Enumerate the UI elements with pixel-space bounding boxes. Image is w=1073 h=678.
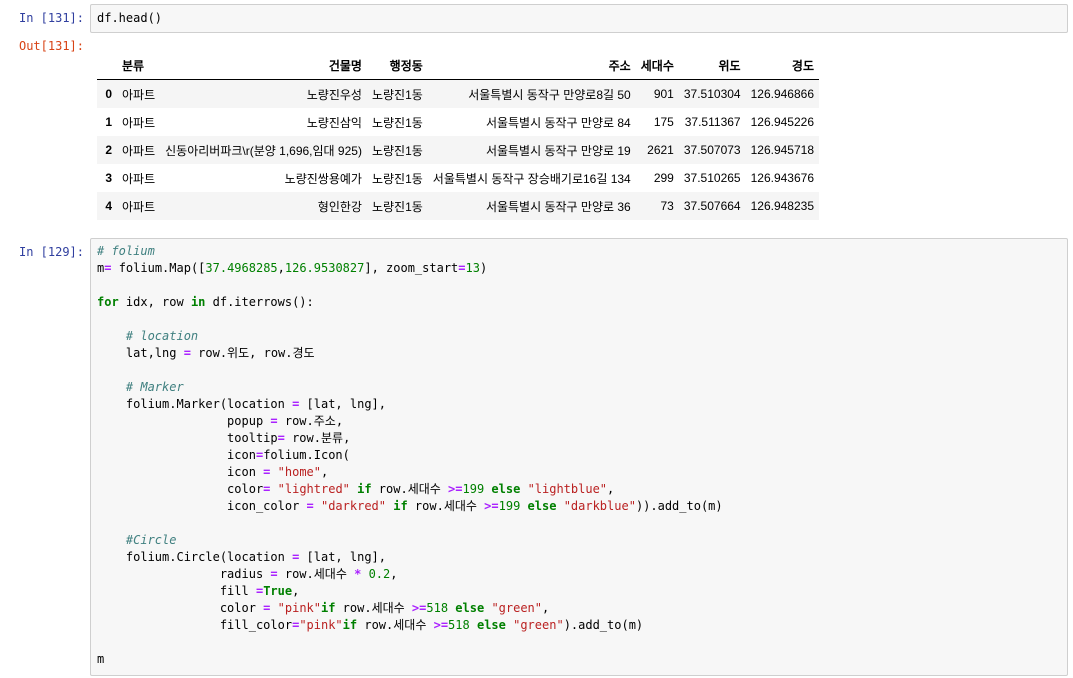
cell-name: 노량진삼익 — [306, 115, 362, 130]
cell-dong: 노량진1동 — [371, 87, 423, 102]
input-prompt: In [129]: — [18, 245, 84, 259]
cell-name: 신동아리버파크\r(분양 1,696,임대 925) — [165, 143, 362, 158]
cell-units: 901 — [653, 87, 674, 101]
code-input[interactable]: # folium m= folium.Map([37.4968285,126.9… — [90, 238, 1068, 676]
row-index: 3 — [105, 171, 112, 185]
cell-lng: 126.946866 — [750, 87, 814, 101]
table-row: 4 아파트 형인한강 노량진1동 서울특별시 동작구 만양로 36 73 37.… — [97, 192, 819, 220]
cell-addr: 서울특별시 동작구 만양로 19 — [485, 143, 631, 158]
cell-dong: 노량진1동 — [371, 143, 423, 158]
cell-type: 아파트 — [122, 87, 156, 102]
code-input[interactable]: df.head() — [90, 4, 1068, 33]
table-row: 1 아파트 노량진삼익 노량진1동 서울특별시 동작구 만양로 84 175 3… — [97, 108, 819, 136]
cell-units: 2621 — [647, 143, 674, 157]
header-units: 세대수 — [635, 51, 679, 80]
cell-lng: 126.948235 — [750, 199, 814, 213]
input-prompt: In [131]: — [18, 11, 84, 25]
row-index: 0 — [105, 87, 112, 101]
cell-addr: 서울특별시 동작구 만양로 84 — [485, 115, 631, 130]
cell-dong: 노량진1동 — [371, 115, 423, 130]
code-text: # folium m= folium.Map([37.4968285,126.9… — [97, 244, 723, 666]
cell-name: 형인한강 — [317, 199, 362, 214]
cell-lat: 37.507664 — [683, 199, 741, 213]
table-row: 0 아파트 노량진우성 노량진1동 서울특별시 동작구 만양로8길 50 901… — [97, 79, 819, 108]
cell-type: 아파트 — [122, 143, 156, 158]
cell-type: 아파트 — [122, 171, 156, 186]
cell-units: 175 — [653, 115, 674, 129]
row-index: 2 — [105, 143, 112, 157]
cell-lat: 37.511367 — [684, 115, 741, 129]
cell-lng: 126.945718 — [750, 143, 814, 157]
cell-type: 아파트 — [122, 115, 156, 130]
cell-units: 73 — [660, 199, 674, 213]
cell-lat: 37.510265 — [683, 171, 741, 185]
cell-dong: 노량진1동 — [371, 199, 423, 214]
cell-lng: 126.943676 — [750, 171, 814, 185]
header-dong: 행정동 — [366, 51, 428, 80]
table-row: 2 아파트 신동아리버파크\r(분양 1,696,임대 925) 노량진1동 서… — [97, 136, 819, 164]
cell-type: 아파트 — [122, 199, 156, 214]
row-index: 1 — [105, 115, 112, 129]
table-header-row: 분류 건물명 행정동 주소 세대수 위도 경도 — [97, 51, 819, 80]
header-type: 분류 — [117, 51, 161, 80]
header-lng: 경도 — [745, 51, 819, 80]
header-name: 건물명 — [160, 51, 367, 80]
header-addr: 주소 — [427, 51, 636, 80]
cell-dong: 노량진1동 — [371, 171, 423, 186]
cell-addr: 서울특별시 동작구 장승배기로16길 134 — [432, 171, 631, 186]
cell-units: 299 — [653, 171, 674, 185]
dataframe-table: 분류 건물명 행정동 주소 세대수 위도 경도 0 아파트 노량진우성 노량진1… — [97, 51, 819, 220]
dataframe-container: 분류 건물명 행정동 주소 세대수 위도 경도 0 아파트 노량진우성 노량진1… — [0, 51, 1073, 221]
cell-name: 노량진쌍용예가 — [284, 171, 362, 186]
code-text: df.head() — [97, 11, 163, 25]
header-index — [97, 51, 117, 80]
cell-name: 노량진우성 — [306, 87, 362, 102]
cell-lat: 37.510304 — [683, 87, 741, 101]
cell-lat: 37.507073 — [683, 143, 741, 157]
cell-lng: 126.945226 — [750, 115, 814, 129]
table-row: 3 아파트 노량진쌍용예가 노량진1동 서울특별시 동작구 장승배기로16길 1… — [97, 164, 819, 192]
cell-addr: 서울특별시 동작구 만양로 36 — [485, 199, 631, 214]
header-lat: 위도 — [678, 51, 746, 80]
cell-addr: 서울특별시 동작구 만양로8길 50 — [468, 87, 631, 102]
row-index: 4 — [105, 199, 112, 213]
